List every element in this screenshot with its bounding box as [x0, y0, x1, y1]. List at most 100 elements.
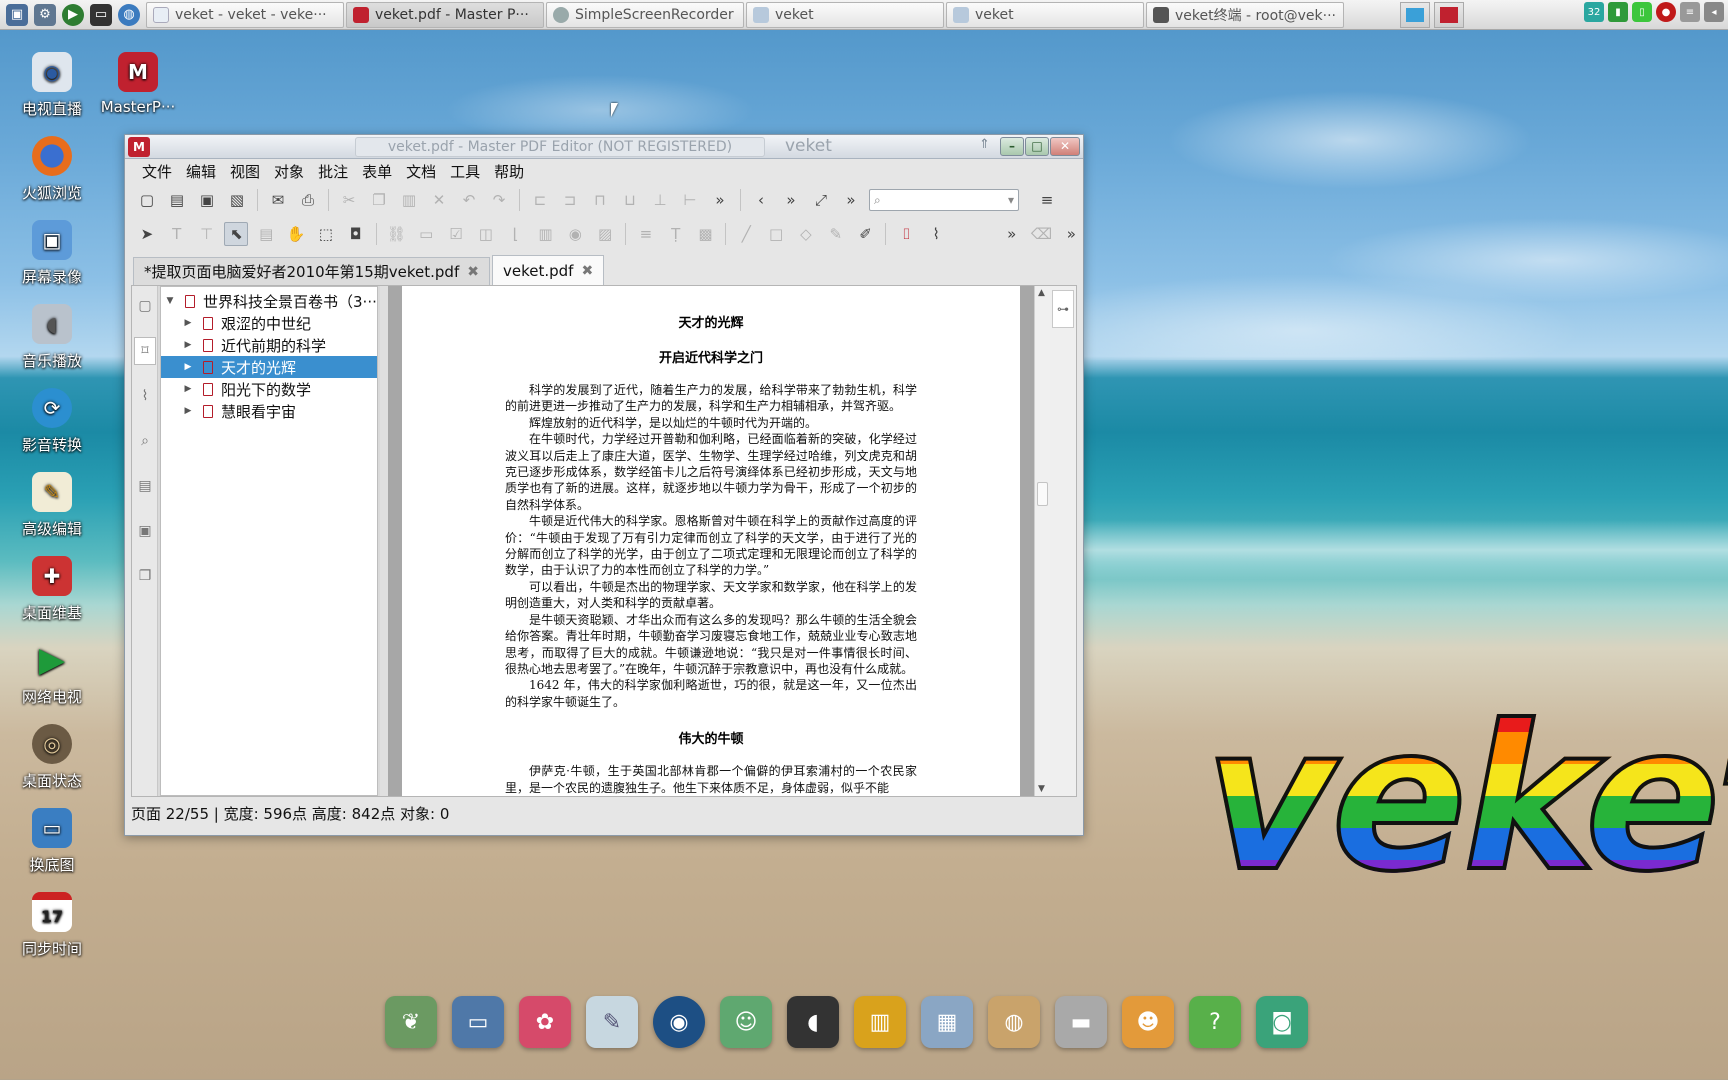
- browser-icon[interactable]: ◍: [118, 3, 140, 26]
- marquee-tool-icon[interactable]: ⬚: [314, 222, 338, 246]
- task-button-3[interactable]: SimpleScreenRecorder: [546, 1, 744, 28]
- more-chevron-icon[interactable]: »: [708, 188, 732, 212]
- settings-icon[interactable]: ⚙: [34, 3, 56, 26]
- save-icon[interactable]: ▣: [195, 188, 219, 212]
- battery-icon[interactable]: ▯: [1632, 2, 1652, 22]
- search-input[interactable]: ⌕ ▾: [869, 189, 1019, 211]
- combo-icon[interactable]: ◉: [563, 222, 587, 246]
- properties-slider-icon[interactable]: ⊶: [1052, 290, 1074, 328]
- edit-text-icon[interactable]: ⊤: [195, 222, 219, 246]
- layers-panel-icon[interactable]: ▤: [134, 472, 156, 500]
- highlighter-icon[interactable]: ✐: [854, 222, 878, 246]
- menu-view[interactable]: 视图: [223, 161, 267, 182]
- expand-arrow-icon[interactable]: ▶: [181, 406, 195, 416]
- pointer-tool-icon[interactable]: ➤: [135, 222, 159, 246]
- help-icon[interactable]: ?: [1189, 996, 1241, 1048]
- signature-field-icon[interactable]: ▨: [593, 222, 617, 246]
- notebook-icon[interactable]: ▥: [854, 996, 906, 1048]
- scroll-down-arrow-icon[interactable]: ▼: [1038, 784, 1045, 794]
- task-button-4[interactable]: veket: [746, 1, 944, 28]
- search-panel-icon[interactable]: ⌕: [134, 427, 156, 455]
- app-icon[interactable]: M: [128, 137, 150, 157]
- media-player-icon[interactable]: ▶: [62, 3, 84, 26]
- thumbnails-panel-icon[interactable]: ❐: [134, 562, 156, 590]
- previous-page-icon[interactable]: ‹: [749, 188, 773, 212]
- hand-tool-icon[interactable]: ✋: [284, 222, 308, 246]
- pdf-page[interactable]: 天才的光辉 开启近代科学之门 科学的发展到了近代，随着生产力的发展，给科学带来了…: [402, 286, 1020, 796]
- align-left-icon[interactable]: ⊏: [528, 188, 552, 212]
- dropdown-arrow-icon[interactable]: ▾: [1008, 193, 1014, 207]
- snapshot-icon[interactable]: ◘: [344, 222, 368, 246]
- open-folder-icon[interactable]: ▤: [165, 188, 189, 212]
- more-chevron-icon[interactable]: »: [779, 188, 803, 212]
- collapse-arrow-icon[interactable]: ▼: [163, 296, 177, 306]
- expand-arrow-icon[interactable]: ▶: [181, 340, 195, 350]
- text-tool-icon[interactable]: T: [165, 222, 189, 246]
- cut-icon[interactable]: ✂: [337, 188, 361, 212]
- redo-icon[interactable]: ↷: [487, 188, 511, 212]
- paste-icon[interactable]: ▥: [397, 188, 421, 212]
- expand-arrow-icon[interactable]: ▶: [181, 384, 195, 394]
- desktop-icon-tv[interactable]: ◉ 电视直播: [10, 52, 94, 119]
- show-desktop-icon[interactable]: ▣: [6, 3, 28, 26]
- typewriter-icon[interactable]: Ṭ: [664, 222, 688, 246]
- desktop-icon-screen-record[interactable]: ▣ 屏幕录像: [10, 220, 94, 287]
- game-icon[interactable]: ☻: [1122, 996, 1174, 1048]
- tab-extracted-pdf[interactable]: *提取页面电脑爱好者2010年第15期veket.pdf ✖: [133, 257, 490, 285]
- volume-icon[interactable]: ≡: [1680, 2, 1700, 22]
- notepad-icon[interactable]: ✎: [586, 996, 638, 1048]
- print-icon[interactable]: ⎙: [296, 188, 320, 212]
- bookmark-item-selected[interactable]: ▶ 天才的光辉: [161, 356, 377, 378]
- save-as-icon[interactable]: ▧: [225, 188, 249, 212]
- scroll-thumb[interactable]: [1037, 482, 1048, 506]
- menu-form[interactable]: 表单: [355, 161, 399, 182]
- line-tool-icon[interactable]: ╱: [734, 222, 758, 246]
- network-icon[interactable]: ▮: [1608, 2, 1628, 22]
- bookmark-item[interactable]: ▶ 艰涩的中世纪: [161, 312, 377, 334]
- desktop-icon-net-tv[interactable]: ▶ 网络电视: [10, 640, 94, 707]
- pager-pdf-icon[interactable]: [1434, 2, 1464, 28]
- image-icon[interactable]: ▩: [694, 222, 718, 246]
- chat-icon[interactable]: ☺: [720, 996, 772, 1048]
- attachments-panel-icon[interactable]: ⌇: [134, 382, 156, 410]
- paint-palette-icon[interactable]: ◍: [988, 996, 1040, 1048]
- menu-object[interactable]: 对象: [267, 161, 311, 182]
- menu-comment[interactable]: 批注: [311, 161, 355, 182]
- align-top-icon[interactable]: ⊓: [588, 188, 612, 212]
- minimize-button[interactable]: –: [1000, 137, 1024, 156]
- expand-arrow-icon[interactable]: ▶: [181, 362, 195, 372]
- document-view[interactable]: 天才的光辉 开启近代科学之门 科学的发展到了近代，随着生产力的发展，给科学带来了…: [388, 286, 1034, 796]
- panel-splitter[interactable]: [380, 286, 388, 796]
- desktop-icon-editor[interactable]: ✎ 高级编辑: [10, 472, 94, 539]
- scroll-up-arrow-icon[interactable]: ▲: [1038, 288, 1045, 298]
- more-chevron-icon[interactable]: »: [1059, 222, 1083, 246]
- music-player-icon[interactable]: ◉: [653, 996, 705, 1048]
- desktop-icon-status[interactable]: ◎ 桌面状态: [10, 724, 94, 791]
- desktop-icon-media-convert[interactable]: ⟳ 影音转换: [10, 388, 94, 455]
- desktop-icon-firefox[interactable]: 火狐浏览: [10, 136, 94, 203]
- email-icon[interactable]: ✉: [266, 188, 290, 212]
- undo-icon[interactable]: ↶: [457, 188, 481, 212]
- new-document-icon[interactable]: ▢: [135, 188, 159, 212]
- terminal-icon[interactable]: ▭: [90, 3, 112, 26]
- button-field-icon[interactable]: ▭: [414, 222, 438, 246]
- penguin-icon[interactable]: ◖: [787, 996, 839, 1048]
- expand-arrow-icon[interactable]: ▶: [181, 318, 195, 328]
- bookmark-item[interactable]: ▼ 世界科技全景百卷书（3···: [161, 290, 377, 312]
- listbox-icon[interactable]: ▥: [534, 222, 558, 246]
- tab-veket-pdf[interactable]: veket.pdf ✖: [491, 255, 605, 285]
- textfield-icon[interactable]: ⌊: [504, 222, 528, 246]
- camera-icon[interactable]: ◙: [1256, 996, 1308, 1048]
- usb-drive-icon[interactable]: ▬: [1055, 996, 1107, 1048]
- shade-arrow-icon[interactable]: ⇑: [979, 137, 990, 152]
- maximize-button[interactable]: □: [1025, 137, 1049, 156]
- pages-panel-icon[interactable]: ▢: [134, 292, 156, 320]
- monitor-icon[interactable]: ▭: [452, 996, 504, 1048]
- title-bar[interactable]: M veket.pdf - Master PDF Editor (NOT REG…: [125, 135, 1083, 159]
- file-manager-icon[interactable]: ❦: [385, 996, 437, 1048]
- menu-help[interactable]: 帮助: [487, 161, 531, 182]
- desktop-icon-music[interactable]: ◖ 音乐播放: [10, 304, 94, 371]
- signatures-panel-icon[interactable]: ▣: [134, 517, 156, 545]
- bookmarks-panel-icon[interactable]: ⌑: [134, 337, 156, 365]
- shape-tool-icon[interactable]: ◇: [794, 222, 818, 246]
